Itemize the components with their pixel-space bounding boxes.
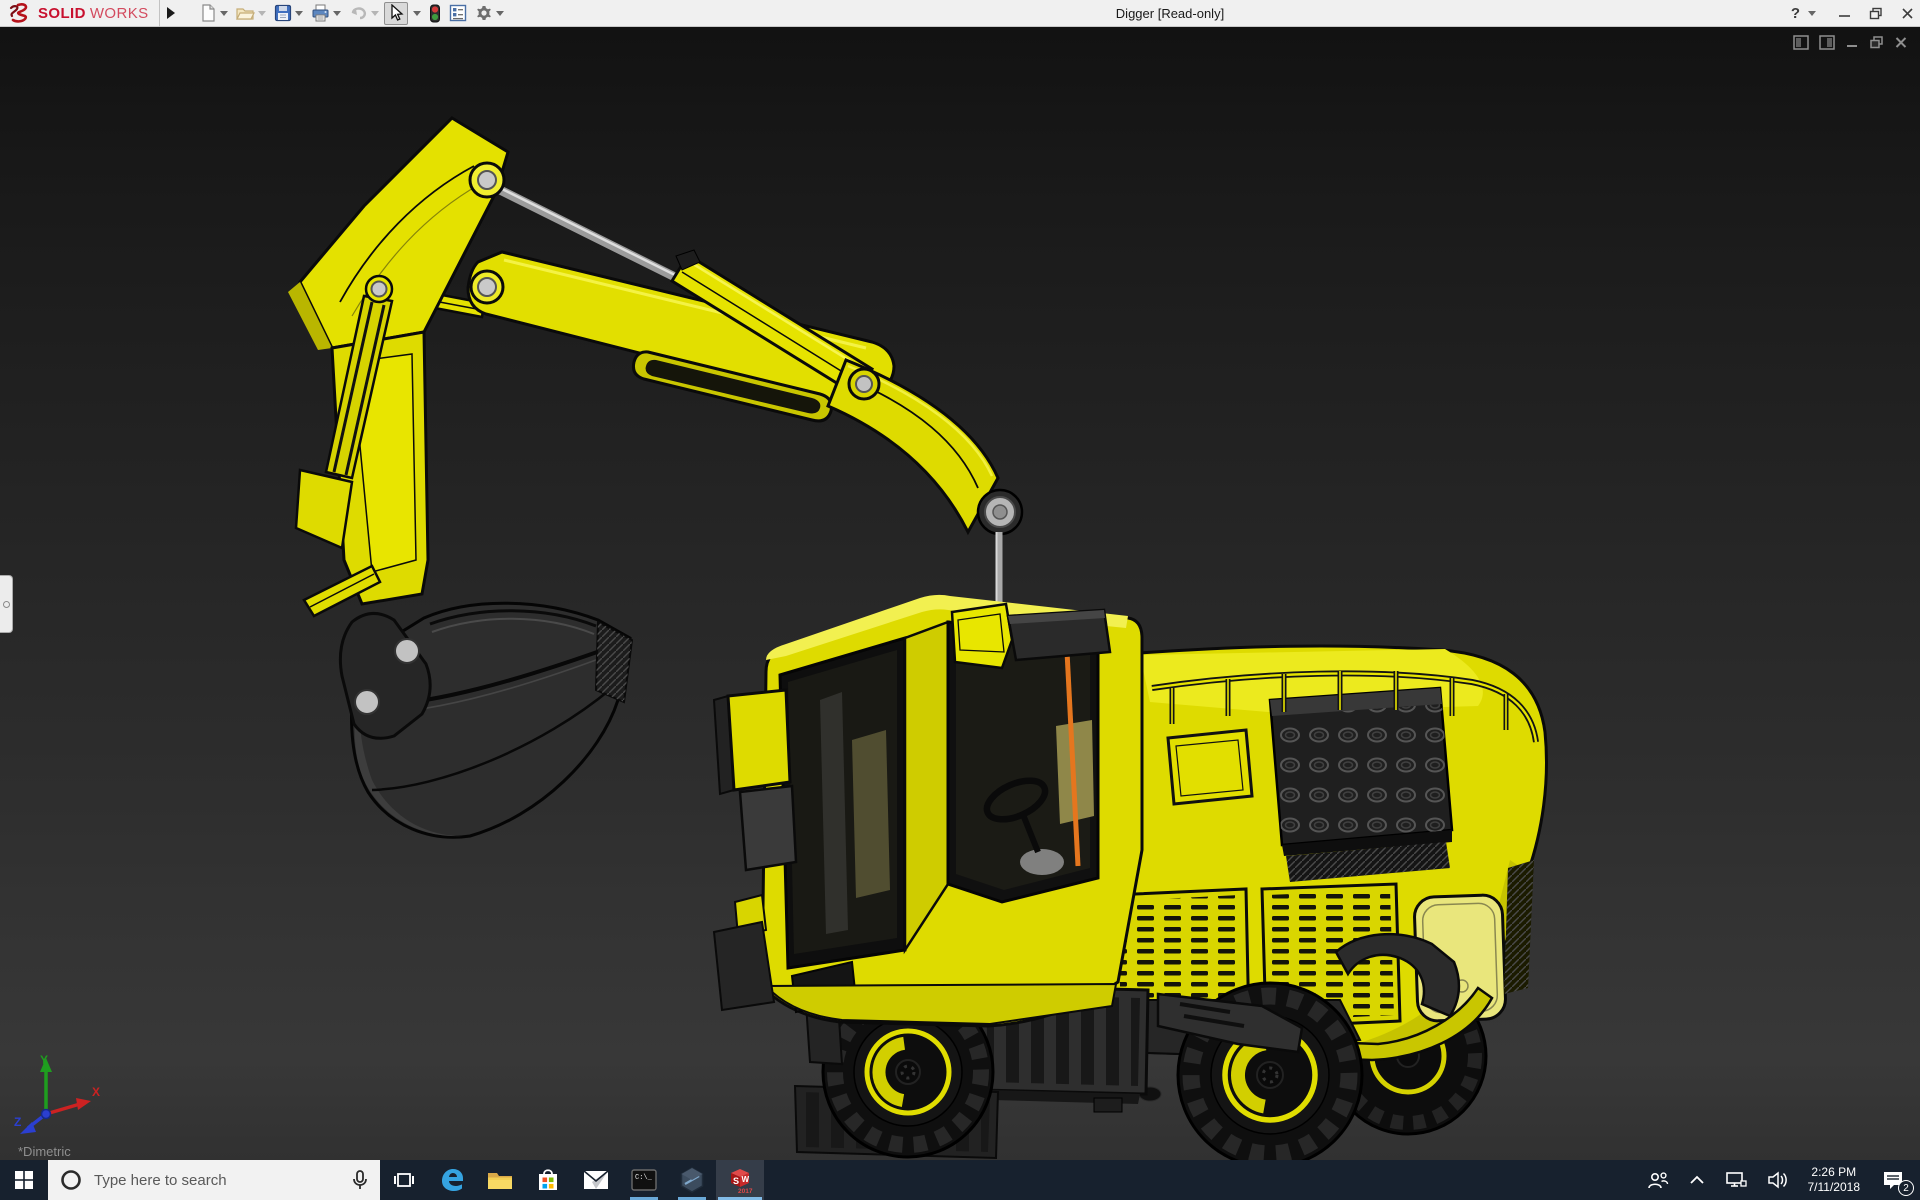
new-document-button[interactable] (196, 2, 231, 25)
windows-logo-icon (15, 1171, 33, 1189)
system-tray: 2:26 PM 7/11/2018 2 (1640, 1160, 1920, 1200)
mail-icon (583, 1170, 609, 1189)
engine-block[interactable] (1268, 686, 1454, 856)
command-prompt-button[interactable]: C:\_ (620, 1160, 668, 1200)
save-floppy-icon (274, 4, 291, 22)
help-button[interactable]: ? (1791, 5, 1816, 22)
document-window-controls (1793, 35, 1908, 50)
people-button[interactable] (1640, 1160, 1676, 1200)
quick-access-toolbar (196, 0, 507, 27)
cmd-prompt-text: C:\_ (635, 1174, 653, 1182)
pane-right-icon[interactable] (1819, 35, 1835, 50)
hidden-icons-button[interactable] (1682, 1160, 1712, 1200)
bucket[interactable] (338, 601, 634, 839)
edge-icon (442, 1169, 463, 1191)
doc-restore-button[interactable] (1869, 35, 1884, 50)
print-button[interactable] (308, 2, 344, 25)
logo-text-solid: SOLID (38, 4, 86, 22)
settings-button[interactable] (472, 2, 507, 25)
screen: SOLID WORKS Digger [Read-only] ? X Y Z *… (0, 0, 1920, 1200)
undo-arrow-icon (351, 7, 366, 20)
store-button[interactable] (524, 1160, 572, 1200)
help-icon: ? (1790, 5, 1800, 22)
feature-panel-tab[interactable] (0, 575, 13, 633)
excavator-model[interactable] (0, 27, 1920, 1160)
titlebar-controls: ? (1791, 0, 1914, 27)
solidworks-2017-icon: S W 2017 (731, 1169, 753, 1195)
boom-assembly[interactable] (288, 116, 1024, 618)
sw-icon-w: W (742, 1175, 750, 1184)
undo-button[interactable] (346, 2, 382, 25)
titlebar: SOLID WORKS Digger [Read-only] ? (0, 0, 1920, 27)
close-button[interactable] (1901, 7, 1914, 20)
menu-flyout-button[interactable] (160, 0, 182, 27)
network-icon (1725, 1172, 1747, 1187)
store-icon (539, 1169, 557, 1190)
sw-icon-s: S (733, 1176, 739, 1186)
window-title: Digger [Read-only] (1115, 6, 1225, 21)
network-button[interactable] (1718, 1160, 1754, 1200)
speaker-icon (1767, 1171, 1787, 1189)
command-prompt-icon: C:\_ (631, 1169, 657, 1191)
taskbar: Type here to search C:\_ S W 2017 2:26 P… (0, 1160, 1920, 1200)
cortana-icon (61, 1170, 81, 1190)
options-list-icon (449, 4, 466, 22)
options-list-button[interactable] (446, 2, 470, 25)
rebuild-traffic-light-icon (429, 4, 440, 22)
new-document-icon (201, 4, 215, 22)
volume-button[interactable] (1760, 1160, 1796, 1200)
doc-minimize-button[interactable] (1845, 35, 1859, 50)
file-explorer-button[interactable] (476, 1160, 524, 1200)
people-icon (1647, 1172, 1668, 1189)
restore-button[interactable] (1869, 7, 1883, 20)
action-center-button[interactable]: 2 (1872, 1160, 1914, 1200)
bucket-teeth (596, 622, 632, 702)
task-view-icon (394, 1173, 414, 1187)
flyout-arrow-icon (166, 7, 175, 19)
clock-date: 7/11/2018 (1807, 1180, 1861, 1194)
open-button[interactable] (233, 2, 269, 25)
edge-button[interactable] (428, 1160, 476, 1200)
search-placeholder: Type here to search (94, 1171, 227, 1189)
chevron-up-icon (1689, 1175, 1704, 1184)
triad-y-label: Y (40, 1053, 48, 1067)
clock-time: 2:26 PM (1811, 1165, 1857, 1179)
roof-bracket (950, 602, 1014, 670)
cad-hexagon-app-button[interactable] (668, 1160, 716, 1200)
start-button[interactable] (0, 1160, 48, 1200)
pane-left-icon[interactable] (1793, 35, 1809, 50)
gear-icon (476, 6, 491, 20)
rebuild-button[interactable] (426, 2, 444, 25)
minimize-button[interactable] (1838, 7, 1851, 20)
doc-close-button[interactable] (1894, 35, 1908, 50)
notification-badge: 2 (1898, 1180, 1914, 1196)
sw-icon-year: 2017 (738, 1188, 753, 1195)
logo-text-works: WORKS (89, 4, 149, 22)
graphics-viewport[interactable]: X Y Z *Dimetric (0, 27, 1920, 1160)
triad-x-label: X (92, 1085, 100, 1099)
panel-tab-icon (2, 600, 10, 608)
operator-cab[interactable] (760, 594, 1144, 1028)
search-input[interactable]: Type here to search (48, 1160, 380, 1200)
select-dropdown[interactable] (410, 2, 424, 25)
mail-button[interactable] (572, 1160, 620, 1200)
open-folder-icon (235, 8, 255, 20)
ds-logo-icon (9, 3, 28, 23)
hexagon-app-icon (680, 1167, 704, 1193)
file-explorer-icon (488, 1173, 512, 1189)
clock[interactable]: 2:26 PM 7/11/2018 (1802, 1165, 1867, 1195)
save-button[interactable] (271, 2, 306, 25)
task-view-button[interactable] (380, 1160, 428, 1200)
view-orientation-label: *Dimetric (18, 1144, 71, 1159)
solidworks-logo: SOLID WORKS (0, 0, 159, 27)
reference-triad[interactable]: X Y Z (12, 1052, 102, 1138)
print-icon (312, 4, 329, 22)
select-button[interactable] (383, 1, 408, 25)
microphone-icon[interactable] (352, 1169, 368, 1191)
select-cursor-icon (390, 4, 404, 21)
triad-z-label: Z (14, 1115, 21, 1129)
solidworks-2017-button[interactable]: S W 2017 (716, 1160, 764, 1200)
